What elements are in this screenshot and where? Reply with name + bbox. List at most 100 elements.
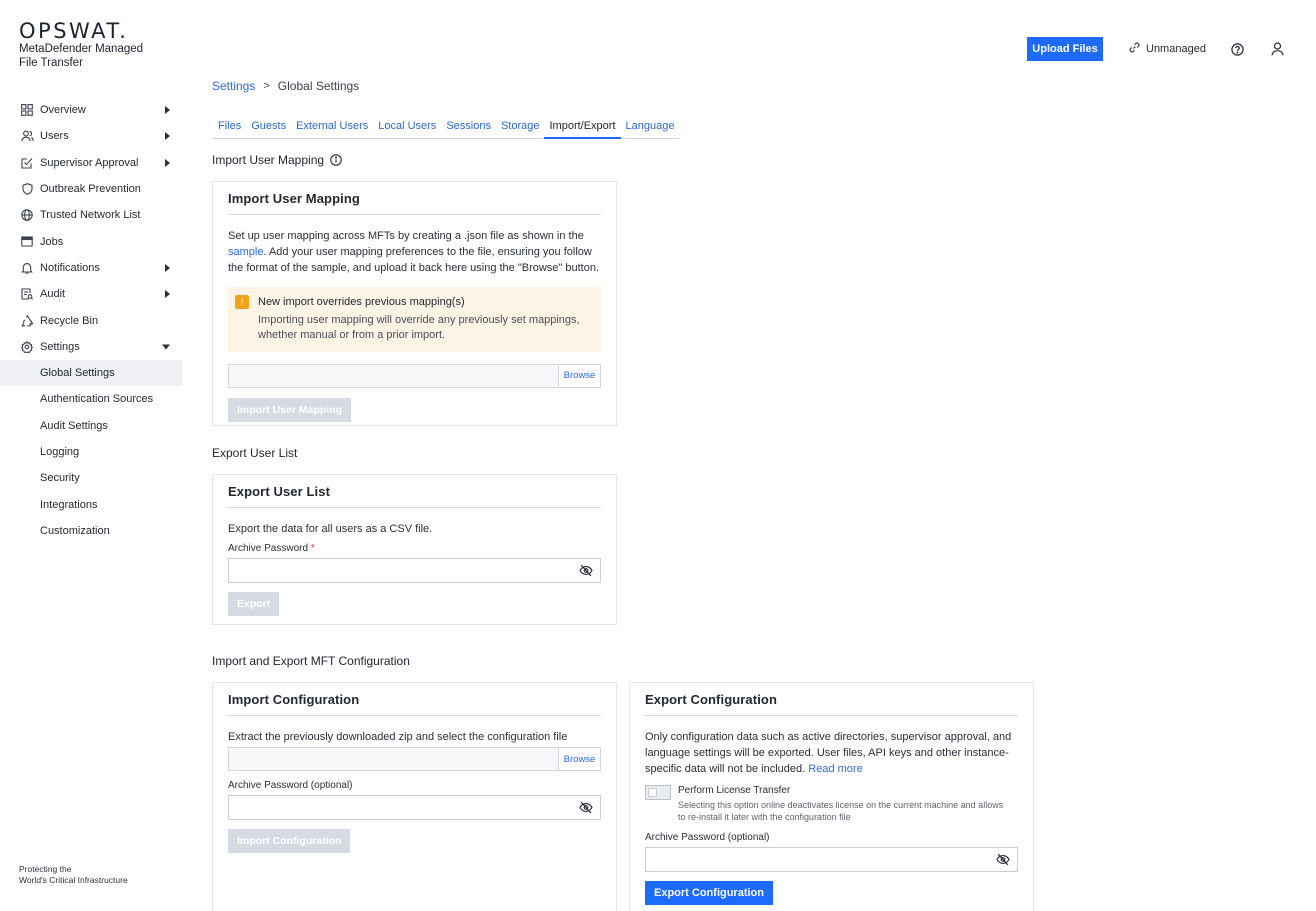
config-file-input: Browse (228, 747, 601, 771)
logo[interactable]: OPSWAT. MetaDefender Managed File Transf… (19, 20, 143, 70)
license-transfer-row: Perform License Transfer Selecting this … (645, 785, 1018, 823)
sidebar-item-label: Recycle Bin (40, 314, 99, 327)
audit-icon (20, 287, 34, 301)
footer-tagline-line1: Protecting the (19, 864, 72, 874)
tab-sessions[interactable]: Sessions (441, 118, 496, 139)
sidebar-item-label: Jobs (40, 235, 64, 248)
sample-link[interactable]: sample (228, 246, 263, 258)
sidebar-item-recycle-bin[interactable]: Recycle Bin (0, 307, 182, 333)
export-config-panel: Export Configuration Only configuration … (629, 682, 1034, 911)
license-transfer-text: Perform License Transfer Selecting this … (678, 785, 1008, 823)
sidebar-subitem-global-settings[interactable]: Global Settings (0, 359, 182, 387)
help-icon[interactable] (1231, 43, 1244, 59)
import-config-description: Extract the previously downloaded zip an… (228, 731, 568, 743)
link-icon (1129, 42, 1140, 56)
sidebar-item-label: Audit (40, 288, 66, 301)
unmanaged-label: Unmanaged (1146, 43, 1206, 55)
import-mapping-section-label: Import User Mapping (212, 153, 325, 167)
tab-files[interactable]: Files (212, 118, 247, 139)
tab-external-users[interactable]: External Users (291, 118, 374, 139)
grid-icon (20, 103, 34, 117)
users-icon (20, 129, 34, 143)
archive-password-label: Archive Password * (228, 543, 601, 554)
archive-password-label-text: Archive Password (228, 543, 309, 554)
export-users-section-title: Export User List (212, 446, 298, 460)
sidebar-item-label: Outbreak Prevention (40, 183, 141, 196)
export-users-panel: Export User List Export the data for all… (212, 474, 617, 625)
sidebar-subitem-security[interactable]: Security (0, 465, 182, 491)
export-button[interactable]: Export (228, 592, 280, 616)
config-file-field[interactable] (229, 748, 558, 770)
breadcrumb-settings-link[interactable]: Settings (212, 79, 255, 93)
recycle-icon (20, 314, 34, 328)
export-password-label: Archive Password (optional) (645, 832, 770, 843)
sidebar-item-users[interactable]: Users (0, 123, 182, 149)
bell-icon (20, 261, 34, 275)
sidebar-item-overview[interactable]: Overview (0, 97, 182, 123)
sidebar-subitem-customization[interactable]: Customization (0, 518, 182, 544)
import-mapping-panel: Import User Mapping Set up user mapping … (212, 181, 617, 426)
sidebar-item-trusted-network-list[interactable]: Trusted Network List (0, 202, 182, 228)
sidebar-subitem-logging[interactable]: Logging (0, 439, 182, 465)
tab-storage[interactable]: Storage (495, 118, 545, 139)
import-configuration-button[interactable]: Import Configuration (228, 829, 351, 853)
export-config-description: Only configuration data such as active d… (645, 729, 1018, 777)
mapping-file-field[interactable] (229, 365, 558, 387)
sidebar-item-label: Users (40, 130, 69, 143)
info-icon[interactable] (330, 154, 342, 169)
export-config-password-input[interactable] (645, 847, 1018, 872)
caret-right-icon (165, 263, 170, 272)
product-name-line2: File Transfer (19, 57, 83, 69)
sidebar-item-audit[interactable]: Audit (0, 281, 182, 307)
approval-icon (20, 156, 34, 170)
eye-off-icon[interactable] (996, 853, 1010, 869)
unmanaged-status[interactable]: Unmanaged (1129, 42, 1206, 56)
user-icon[interactable] (1271, 42, 1284, 59)
shield-icon (20, 182, 34, 196)
sidebar-item-label: Settings (40, 340, 80, 353)
mapping-browse-button[interactable]: Browse (558, 364, 600, 387)
warning-icon: ! (235, 295, 249, 309)
sidebar-item-outbreak-prevention[interactable]: Outbreak Prevention (0, 176, 182, 202)
import-config-panel: Import Configuration Extract the previou… (212, 682, 617, 911)
tab-import-export[interactable]: Import/Export (544, 118, 621, 139)
read-more-link[interactable]: Read more (808, 763, 862, 775)
brand-name: OPSWAT. (19, 19, 129, 43)
import-config-password-input[interactable] (228, 795, 601, 820)
import-mapping-description: Set up user mapping across MFTs by creat… (228, 228, 601, 276)
license-transfer-description: Selecting this option online deactivates… (678, 800, 1004, 822)
sidebar-subitem-authentication-sources[interactable]: Authentication Sources (0, 386, 182, 412)
tab-local-users[interactable]: Local Users (373, 118, 442, 139)
mapping-file-input: Browse (228, 363, 601, 388)
export-password-input[interactable] (228, 558, 601, 583)
license-transfer-toggle[interactable] (645, 785, 671, 800)
mft-config-section-title: Import and Export MFT Configuration (212, 654, 410, 668)
import-user-mapping-button[interactable]: Import User Mapping (228, 397, 352, 422)
eye-off-icon[interactable] (579, 564, 593, 580)
license-transfer-label: Perform License Transfer (678, 785, 791, 796)
sidebar-item-label: Notifications (40, 261, 100, 274)
footer-tagline: Protecting the World's Critical Infrastr… (19, 864, 128, 886)
tab-guests[interactable]: Guests (246, 118, 292, 139)
sidebar-item-jobs[interactable]: Jobs (0, 228, 182, 254)
sidebar-item-supervisor-approval[interactable]: Supervisor Approval (0, 150, 182, 176)
eye-off-icon[interactable] (579, 801, 593, 817)
sidebar-subitem-audit-settings[interactable]: Audit Settings (0, 413, 182, 439)
export-configuration-button[interactable]: Export Configuration (645, 881, 773, 905)
caret-right-icon (165, 106, 170, 115)
footer-tagline-line2: World's Critical Infrastructure (19, 875, 128, 885)
breadcrumb: Settings > Global Settings (212, 79, 359, 93)
override-warning: ! New import overrides previous mapping(… (228, 287, 601, 352)
product-name-line1: MetaDefender Managed (19, 43, 144, 55)
sidebar-item-label: Overview (40, 104, 86, 117)
sidebar-item-notifications[interactable]: Notifications (0, 255, 182, 281)
import-mapping-panel-title: Import User Mapping (228, 182, 601, 215)
sidebar-item-settings[interactable]: Settings (0, 334, 182, 360)
sidebar-subitem-integrations[interactable]: Integrations (0, 491, 182, 517)
tab-language[interactable]: Language (620, 118, 680, 139)
import-mapping-section-title: Import User Mapping (212, 153, 342, 169)
export-users-description: Export the data for all users as a CSV f… (228, 523, 433, 535)
config-browse-button[interactable]: Browse (558, 748, 600, 770)
warning-title: New import overrides previous mapping(s) (258, 296, 465, 308)
upload-files-button[interactable]: Upload Files (1027, 37, 1103, 61)
